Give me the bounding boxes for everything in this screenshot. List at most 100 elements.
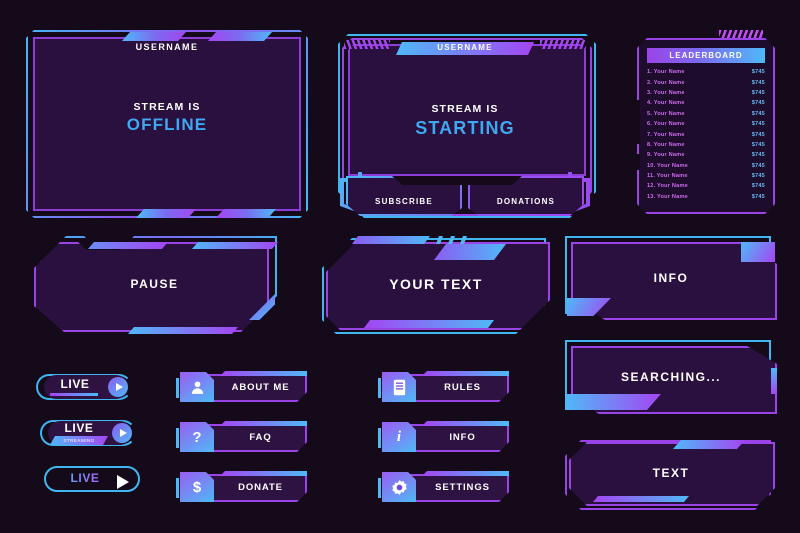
leaderboard-row[interactable]: 4. Your Name $745 (647, 98, 765, 108)
leaderboard-title: LEADERBOARD (647, 48, 765, 63)
pause-accent-one (88, 242, 168, 249)
live-badge-three[interactable]: LIVE (44, 466, 140, 492)
question-mark-icon: ? (180, 422, 214, 452)
leaderboard-row[interactable]: 5. Your Name $745 (647, 109, 765, 119)
person-icon (180, 372, 214, 402)
starting-status-line1: STREAM IS (431, 103, 499, 115)
rules-label: RULES (444, 381, 481, 393)
leaderboard-row-name: 4. Your Name (647, 100, 685, 107)
leaderboard-row-value: $745 (751, 121, 765, 128)
live-badge-two[interactable]: LIVE STREAMING (40, 420, 136, 446)
faq-button[interactable]: ? FAQ (176, 421, 307, 452)
searching-label: SEARCHING... (620, 370, 721, 384)
about-me-button[interactable]: ABOUT ME (176, 371, 307, 402)
starting-username: USERNAME (437, 43, 493, 52)
leaderboard-row-name: 1. Your Name (647, 69, 685, 76)
your-text-panel: YOUR TEXT (322, 234, 550, 334)
leaderboard-row[interactable]: 10. Your Name $745 (647, 161, 765, 171)
live-badge-one[interactable]: LIVE (36, 374, 132, 400)
starting-hatch-right-icon (540, 40, 586, 49)
leaderboard-row-value: $745 (751, 141, 765, 148)
rules-button[interactable]: RULES (378, 371, 509, 402)
offline-top-accent-right (208, 32, 272, 41)
live-badge-one-label: LIVE (60, 377, 90, 391)
leaderboard-row[interactable]: 3. Your Name $745 (647, 88, 765, 98)
leaderboard-row-name: 13. Your Name (647, 193, 688, 200)
settings-left-bar (378, 478, 381, 498)
leaderboard-row[interactable]: 9. Your Name $745 (647, 150, 765, 160)
document-icon (382, 372, 416, 402)
stream-offline-panel: USERNAME STREAM IS OFFLINE (26, 30, 308, 218)
faq-left-bar (176, 428, 179, 448)
play-icon[interactable] (112, 472, 132, 492)
rules-left-bar (378, 378, 381, 398)
leaderboard-row-value: $745 (751, 131, 765, 138)
subscribe-button-label: SUBSCRIBE (375, 196, 433, 206)
information-icon: i (382, 422, 416, 452)
stream-overlay-kit: USERNAME STREAM IS OFFLINE USERNAME STRE… (0, 0, 800, 533)
live-badge-two-label: LIVE (64, 421, 94, 435)
info-button-label: INFO (449, 431, 476, 443)
donate-label: DONATE (238, 481, 283, 493)
info-accent-top-right (741, 242, 775, 262)
offline-status: STREAM IS OFFLINE (26, 100, 308, 137)
text-accent-top (673, 440, 745, 449)
leaderboard-row-name: 10. Your Name (647, 162, 688, 169)
starting-status: STREAM IS STARTING (338, 102, 592, 140)
settings-button[interactable]: SETTINGS (378, 471, 509, 502)
leaderboard-row[interactable]: 7. Your Name $745 (647, 129, 765, 139)
about-me-left-bar (176, 378, 179, 398)
pause-panel: PAUSE (32, 236, 277, 332)
yourtext-bottom-accent (364, 320, 494, 328)
leaderboard-row-name: 3. Your Name (647, 89, 685, 96)
offline-bottom-accent-right (216, 209, 276, 218)
settings-label: SETTINGS (435, 481, 490, 493)
stream-starting-panel: USERNAME STREAM IS STARTING SUBSCRIBE DO… (338, 30, 592, 218)
about-me-label: ABOUT ME (231, 381, 290, 393)
leaderboard-row[interactable]: 8. Your Name $745 (647, 140, 765, 150)
leaderboard-row-name: 7. Your Name (647, 131, 685, 138)
leaderboard-row[interactable]: 12. Your Name $745 (647, 181, 765, 191)
searching-accent-bottom-left (565, 394, 661, 410)
leaderboard-row[interactable]: 6. Your Name $745 (647, 119, 765, 129)
live-badge-two-sublabel: STREAMING (50, 436, 108, 445)
leaderboard-row-value: $745 (751, 69, 765, 76)
leaderboard-row[interactable]: 2. Your Name $745 (647, 77, 765, 87)
leaderboard-notch-upper (636, 100, 640, 144)
donate-button[interactable]: $ DONATE (176, 471, 307, 502)
leaderboard-row-name: 11. Your Name (647, 173, 688, 180)
starting-hatch-left-icon (344, 40, 390, 49)
info-button[interactable]: i INFO (378, 421, 509, 452)
play-icon[interactable] (112, 423, 132, 443)
donate-left-bar (176, 478, 179, 498)
leaderboard-row-value: $745 (751, 89, 765, 96)
faq-label: FAQ (249, 431, 272, 443)
leaderboard-row-value: $745 (751, 79, 765, 86)
play-icon[interactable] (108, 377, 128, 397)
leaderboard-row-value: $745 (751, 152, 765, 159)
pause-label: PAUSE (130, 277, 179, 291)
info-label: INFO (653, 271, 689, 285)
offline-status-line2: OFFLINE (126, 115, 208, 135)
offline-status-line1: STREAM IS (133, 101, 201, 113)
pause-accent-two (192, 242, 278, 249)
leaderboard-hatch-icon (719, 30, 763, 38)
dollar-icon: $ (180, 472, 214, 502)
leaderboard-row-value: $745 (751, 173, 765, 180)
leaderboard-row-name: 5. Your Name (647, 110, 685, 117)
yourtext-label: YOUR TEXT (389, 276, 483, 292)
leaderboard-row-name: 6. Your Name (647, 121, 685, 128)
donations-button-label: DONATIONS (496, 196, 556, 206)
text-label: TEXT (652, 466, 690, 480)
searching-panel: SEARCHING... (565, 340, 777, 414)
leaderboard-row-name: 9. Your Name (647, 152, 685, 159)
leaderboard-row[interactable]: 1. Your Name $745 (647, 67, 765, 77)
leaderboard-row[interactable]: 13. Your Name $745 (647, 192, 765, 202)
info-panel: INFO (565, 236, 777, 320)
info-left-bar (378, 428, 381, 448)
offline-bottom-accent-left (136, 209, 196, 218)
leaderboard-row-name: 12. Your Name (647, 183, 688, 190)
leaderboard-row-name: 8. Your Name (647, 141, 685, 148)
leaderboard-row[interactable]: 11. Your Name $745 (647, 171, 765, 181)
text-accent-bottom (593, 496, 689, 502)
